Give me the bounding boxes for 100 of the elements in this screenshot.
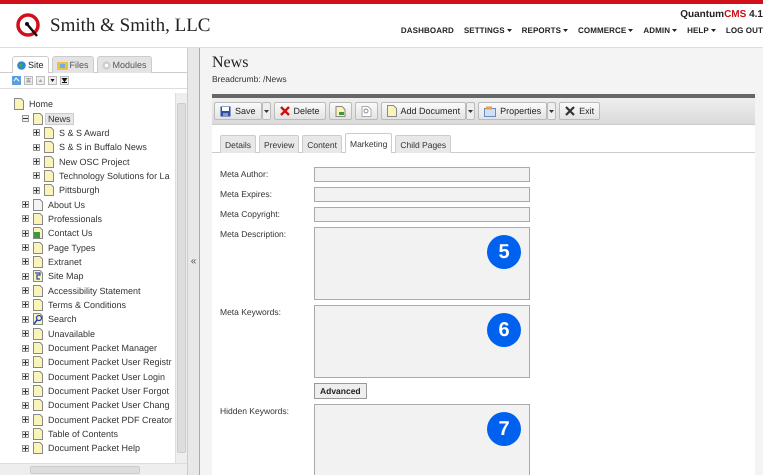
tree-item[interactable]: Document Packet User Chang [45,399,173,412]
step-marker: 7 [487,412,521,446]
expand-icon[interactable] [22,316,29,323]
collapse-icon[interactable] [22,115,29,122]
text-area[interactable]: 7 [314,404,530,475]
dropdown-button[interactable] [547,102,556,120]
tab[interactable]: Child Pages [395,135,452,153]
tree-item[interactable]: Document Packet PDF Creator [45,414,175,426]
expand-icon[interactable] [22,301,29,308]
page-icon [44,184,54,196]
advanced-button[interactable]: Advanced [314,383,367,399]
tree-item[interactable]: Accessibility Statement [45,284,144,297]
tab[interactable]: Content [302,135,342,153]
expand-icon[interactable] [22,430,29,438]
tree-item[interactable]: Home [26,98,56,110]
tree-item[interactable]: S & S Award [56,126,112,139]
text-area[interactable]: 6 [314,305,530,378]
nav-link[interactable]: REPORTS [522,26,568,35]
text-area[interactable]: 5 [314,227,530,300]
tree-item[interactable]: Document Packet Help [45,442,144,454]
tree-item[interactable]: Contact Us [45,227,96,240]
field-label: Meta Keywords: [220,306,282,319]
expand-icon[interactable] [22,388,29,395]
vertical-scrollbar[interactable] [175,93,187,463]
expand-icon[interactable] [33,186,40,194]
tree-item[interactable]: Extranet [45,256,85,268]
nav-link[interactable]: ADMIN [643,26,678,35]
tree-item[interactable]: Technology Solutions for La [56,170,173,182]
expand-icon[interactable] [22,230,29,237]
tree-item[interactable]: Search [45,313,80,326]
collapse-arrow[interactable]: « [190,256,196,267]
tree-item[interactable]: News [45,112,74,125]
tree-item[interactable]: Unavailable [45,328,98,340]
tab[interactable]: Marketing [345,133,392,153]
page-icon [33,370,43,383]
toolbar-button[interactable]: Delete [274,102,326,120]
toolbar-button[interactable]: Exit [559,102,600,120]
move-down-icon[interactable] [48,76,57,85]
expand-icon[interactable] [22,373,29,380]
expand-icon[interactable] [22,344,29,352]
expand-icon[interactable] [22,416,29,424]
nav-link[interactable]: SETTINGS [464,26,512,35]
expand-icon[interactable] [22,244,29,252]
expand-icon[interactable] [33,172,40,180]
product-logo: QuantumCMS 4.1 [680,9,763,20]
dropdown-button[interactable] [262,102,271,120]
tree-item[interactable]: Table of Contents [45,428,122,440]
nav-link[interactable]: COMMERCE [578,26,634,35]
splitter[interactable]: « [188,48,200,475]
refresh-icon[interactable] [12,76,21,85]
expand-icon[interactable] [22,287,29,294]
expand-icon[interactable] [22,358,29,366]
tree-item[interactable]: About Us [45,198,88,211]
expand-icon[interactable] [22,215,29,222]
input-field[interactable] [314,207,530,222]
expand-icon[interactable] [33,158,40,166]
toolbar-button[interactable]: Save [214,102,262,120]
move-bottom-icon[interactable] [60,76,69,85]
sidebar-tab[interactable]: Files [52,56,94,73]
folder-icon [56,60,68,70]
tree-item[interactable]: Document Packet User Registr [45,356,175,368]
tree-item[interactable]: Document Packet User Login [45,370,168,383]
tree-item[interactable]: Document Packet Manager [45,342,160,354]
toolbar-button[interactable]: Add Document [380,102,466,120]
expand-icon[interactable] [22,330,29,338]
page-icon [33,328,43,340]
properties-icon [484,106,496,116]
toolbar-button[interactable]: Properties [478,102,548,120]
tree-item[interactable]: New OSC Project [56,156,133,168]
tab[interactable]: Details [220,135,256,153]
save-icon [220,106,231,116]
expand-icon[interactable] [22,402,29,409]
nav-link[interactable]: LOG OUT [726,26,763,35]
step-marker: 5 [487,235,521,269]
expand-icon[interactable] [33,144,40,151]
sitemap-page-icon [33,270,43,282]
icon-button[interactable] [328,102,352,120]
expand-icon[interactable] [22,258,29,266]
expand-icon[interactable] [33,129,40,136]
nav-link[interactable]: DASHBOARD [400,26,454,35]
sidebar-tab[interactable]: Site [12,56,49,73]
tree-item[interactable]: Terms & Conditions [45,298,130,311]
input-field[interactable] [314,167,530,182]
tab[interactable]: Preview [258,135,300,153]
tree-item[interactable]: Page Types [45,242,98,254]
expand-icon[interactable] [22,201,29,208]
nav-link[interactable]: HELP [687,26,716,35]
tree-item[interactable]: Site Map [45,270,87,282]
sidebar-tab[interactable]: Modules [96,56,152,73]
company-name: Smith & Smith, LLC [50,14,210,36]
dropdown-button[interactable] [466,102,476,120]
expand-icon[interactable] [22,272,29,280]
tree-item[interactable]: Professionals [45,212,106,225]
horizontal-scrollbar[interactable] [0,463,187,475]
tree-item[interactable]: Document Packet User Forgot [45,385,172,398]
icon-button[interactable] [354,102,378,120]
tree-item[interactable]: S & S in Buffalo News [56,141,150,154]
expand-icon[interactable] [22,444,29,452]
input-field[interactable] [314,187,530,202]
tree-item[interactable]: Pittsburgh [56,184,103,196]
